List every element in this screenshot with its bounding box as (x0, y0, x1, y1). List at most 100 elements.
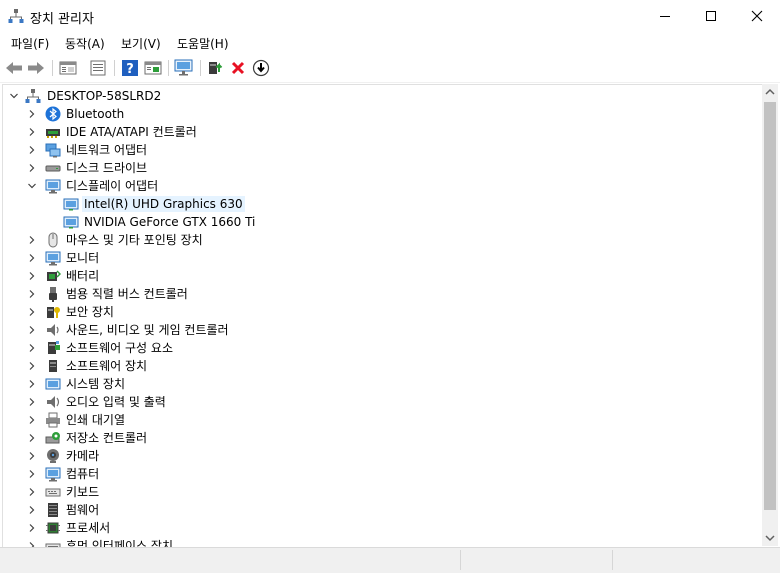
chevron-right-icon[interactable] (27, 375, 37, 393)
device-list-button[interactable] (88, 58, 108, 78)
tree-category[interactable]: 배터리 (3, 267, 743, 285)
chevron-right-icon[interactable] (27, 141, 37, 159)
chevron-right-icon[interactable] (27, 159, 37, 177)
device-tree[interactable]: DESKTOP-58SLRD2 Bluetooth IDE ATA/ATAPI 컨… (2, 84, 763, 547)
chevron-right-icon[interactable] (27, 393, 37, 411)
mouse-icon (48, 232, 58, 248)
chevron-right-icon[interactable] (27, 321, 37, 339)
toolbar-separator (168, 60, 169, 76)
chevron-right-icon[interactable] (27, 339, 37, 357)
tree-root[interactable]: DESKTOP-58SLRD2 (3, 87, 743, 105)
properties-icon (59, 61, 77, 75)
help-button[interactable]: ? (120, 58, 140, 78)
tree-category[interactable]: 사운드, 비디오 및 게임 컨트롤러 (3, 321, 743, 339)
title-bar: 장치 관리자 (0, 0, 780, 32)
forward-icon (28, 62, 44, 74)
chevron-right-icon[interactable] (27, 465, 37, 483)
tree-item-label: Intel(R) UHD Graphics 630 (82, 196, 245, 212)
tree-category[interactable]: 모니터 (3, 249, 743, 267)
chevron-right-icon[interactable] (27, 519, 37, 537)
svg-text:?: ? (126, 62, 134, 77)
chevron-down-icon[interactable] (9, 87, 19, 105)
scroll-up-icon[interactable] (765, 88, 775, 96)
tree-category[interactable]: 보안 장치 (3, 303, 743, 321)
maximize-button[interactable] (688, 0, 734, 32)
tree-device[interactable]: Intel(R) UHD Graphics 630 (3, 195, 743, 213)
tree-category[interactable]: 휴먼 인터페이스 장치 (3, 537, 743, 547)
menu-bar: 파일(F) 동작(A) 보기(V) 도움말(H) (0, 32, 780, 54)
chevron-down-icon[interactable] (27, 177, 37, 195)
tree-category[interactable]: IDE ATA/ATAPI 컨트롤러 (3, 123, 743, 141)
chevron-right-icon[interactable] (27, 537, 37, 547)
tree-item-label: 저장소 컨트롤러 (66, 431, 148, 445)
firmware-icon (48, 503, 58, 517)
chevron-right-icon[interactable] (27, 249, 37, 267)
tree-item-label: 네트워크 어댑터 (66, 143, 148, 157)
maximize-icon (706, 11, 716, 21)
back-button[interactable] (4, 58, 24, 78)
tree-category[interactable]: 디스크 드라이브 (3, 159, 743, 177)
disable-button[interactable] (251, 58, 271, 78)
chevron-right-icon[interactable] (27, 447, 37, 465)
properties-button[interactable] (58, 58, 78, 78)
update-driver-button[interactable] (206, 58, 226, 78)
usb-controller-icon (49, 287, 57, 302)
chevron-right-icon[interactable] (27, 303, 37, 321)
chevron-right-icon[interactable] (27, 483, 37, 501)
status-cell (0, 550, 461, 570)
tree-category[interactable]: 소프트웨어 장치 (3, 357, 743, 375)
tree-category[interactable]: 시스템 장치 (3, 375, 743, 393)
chevron-right-icon[interactable] (27, 231, 37, 249)
tree-category[interactable]: 카메라 (3, 447, 743, 465)
tree-root-label: DESKTOP-58SLRD2 (47, 89, 162, 103)
tree-device[interactable]: NVIDIA GeForce GTX 1660 Ti (3, 213, 743, 231)
chevron-right-icon[interactable] (27, 411, 37, 429)
window-title: 장치 관리자 (30, 12, 94, 27)
scroll-thumb[interactable] (764, 102, 776, 510)
tree-category[interactable]: 펌웨어 (3, 501, 743, 519)
menu-action[interactable]: 동작(A) (65, 35, 105, 52)
tree-category[interactable]: Bluetooth (3, 105, 743, 123)
uninstall-button[interactable] (228, 58, 248, 78)
scan-monitor-icon (174, 59, 193, 76)
minimize-button[interactable] (642, 0, 688, 32)
tree-category[interactable]: 디스플레이 어댑터 (3, 177, 743, 195)
menu-help[interactable]: 도움말(H) (177, 35, 229, 52)
tree-category[interactable]: 네트워크 어댑터 (3, 141, 743, 159)
software-device-icon (49, 360, 57, 372)
tree-item-label: 오디오 입력 및 출력 (66, 395, 166, 409)
tree-category[interactable]: 프로세서 (3, 519, 743, 537)
resources-button[interactable] (143, 58, 163, 78)
tree-category[interactable]: 소프트웨어 구성 요소 (3, 339, 743, 357)
keyboard-icon (45, 488, 61, 497)
chevron-right-icon[interactable] (27, 267, 37, 285)
tree-category[interactable]: 범용 직렬 버스 컨트롤러 (3, 285, 743, 303)
tree-category[interactable]: 저장소 컨트롤러 (3, 429, 743, 447)
chevron-right-icon[interactable] (27, 357, 37, 375)
chevron-right-icon[interactable] (27, 105, 37, 123)
back-icon (6, 62, 22, 74)
tree-category[interactable]: 인쇄 대기열 (3, 411, 743, 429)
vertical-scrollbar[interactable] (762, 84, 778, 546)
chevron-right-icon[interactable] (27, 123, 37, 141)
computer-tree-icon (25, 89, 41, 103)
forward-button[interactable] (26, 58, 46, 78)
device-list-icon (90, 60, 106, 76)
scroll-down-icon[interactable] (765, 534, 775, 542)
chevron-right-icon[interactable] (27, 429, 37, 447)
scan-hardware-button[interactable] (174, 58, 194, 78)
network-adapter-icon (45, 143, 61, 158)
tree-category[interactable]: 오디오 입력 및 출력 (3, 393, 743, 411)
tree-category[interactable]: 키보드 (3, 483, 743, 501)
uninstall-icon (231, 61, 245, 75)
tree-category[interactable]: 컴퓨터 (3, 465, 743, 483)
menu-view[interactable]: 보기(V) (121, 35, 161, 52)
menu-file[interactable]: 파일(F) (11, 35, 49, 52)
close-button[interactable] (734, 0, 780, 32)
tree-category[interactable]: 마우스 및 기타 포인팅 장치 (3, 231, 743, 249)
chevron-right-icon[interactable] (27, 501, 37, 519)
chevron-right-icon[interactable] (27, 285, 37, 303)
print-queue-icon (46, 412, 60, 428)
status-bar (0, 547, 780, 573)
storage-controller-icon (45, 432, 60, 444)
